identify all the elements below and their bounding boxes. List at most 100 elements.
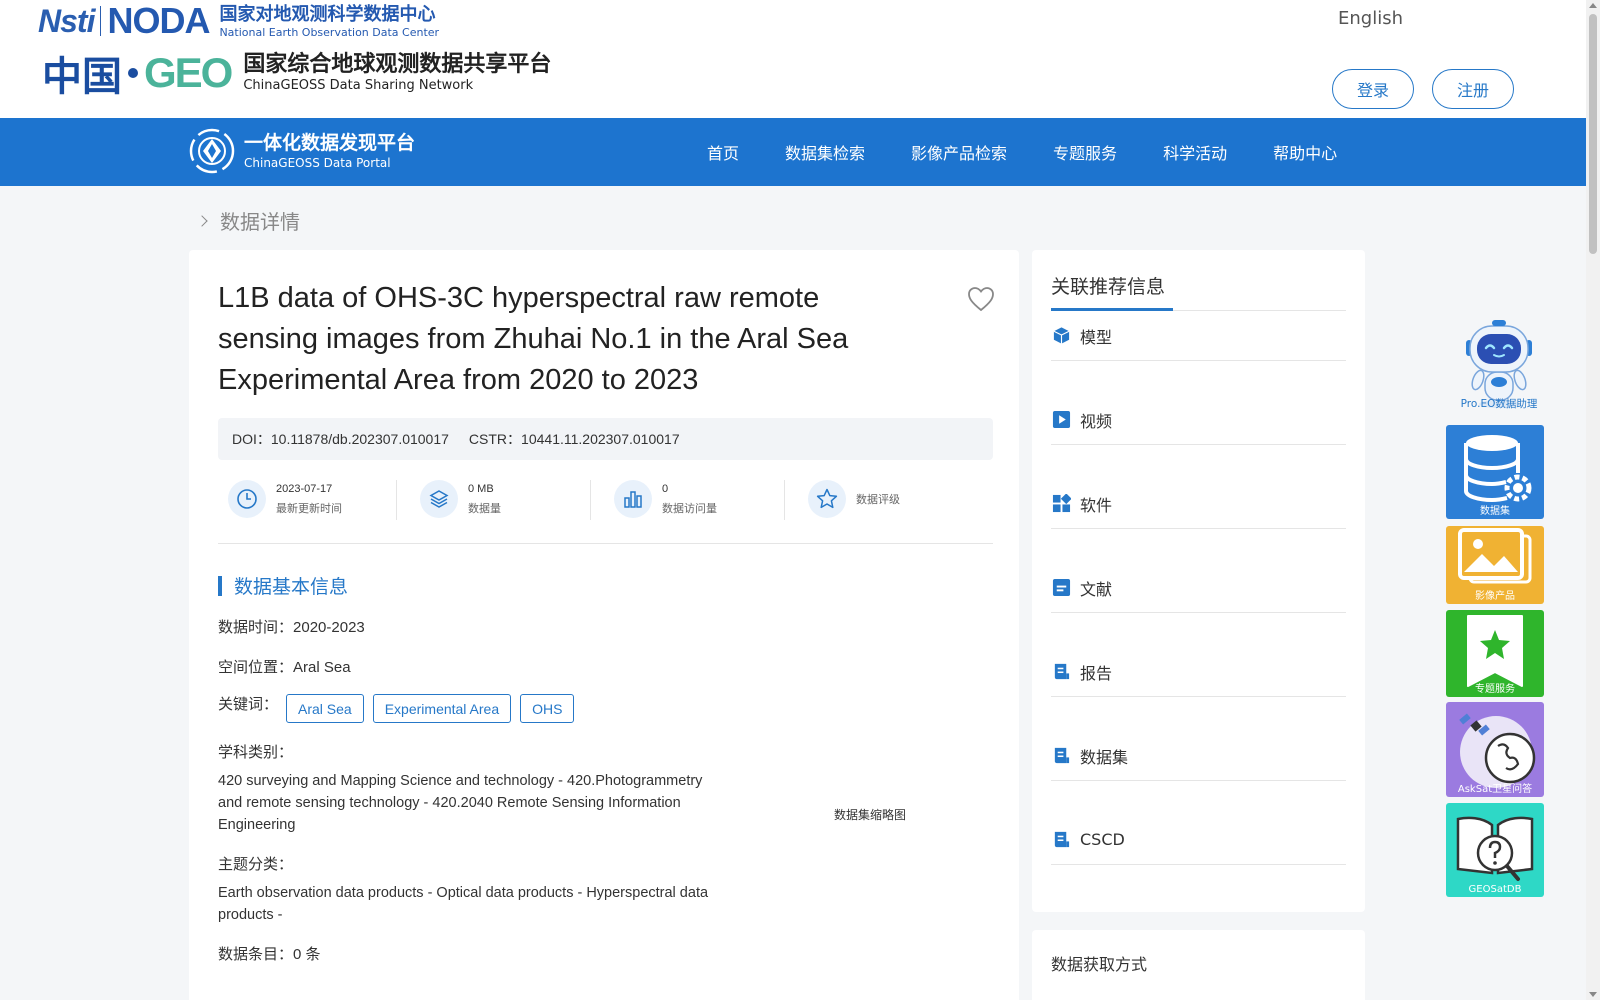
stat-update-time: 2023-07-17 最新更新时间 — [218, 478, 396, 520]
nav-item-topic-service[interactable]: 专题服务 — [1053, 140, 1117, 164]
scroll-down-arrow-icon[interactable] — [1589, 992, 1597, 997]
portal-logo[interactable]: 一体化数据发现平台 ChinaGEOSS Data Portal — [188, 127, 415, 175]
noda-logo[interactable]: Nsti NODA 国家对地观测科学数据中心 National Earth Ob… — [38, 0, 440, 41]
favorite-heart-icon[interactable] — [967, 286, 995, 312]
dataset-detail-card: L1B data of OHS-3C hyperspectral raw rem… — [189, 250, 1019, 1000]
nav-item-image-search[interactable]: 影像产品检索 — [911, 140, 1007, 164]
doi-value[interactable]: 10.11878/db.202307.010017 — [271, 431, 449, 447]
side-item-label: 数据集 — [1080, 747, 1129, 767]
info-discipline-value: 420 surveying and Mapping Science and te… — [218, 773, 703, 833]
nav-menu: 首页 数据集检索 影像产品检索 专题服务 科学活动 帮助中心 — [684, 118, 1360, 186]
stat-value: 0 MB — [468, 483, 494, 495]
geo-logo-text: GEO — [144, 49, 233, 96]
layers-icon — [420, 480, 458, 518]
info-value: 2020-2023 — [293, 619, 365, 636]
chinageo-logo-caption: 国家综合地球观测数据共享平台 ChinaGEOSS Data Sharing N… — [243, 52, 551, 94]
side-item-software[interactable]: 软件 — [1051, 479, 1346, 529]
info-theme-value: Earth observation data products - Optica… — [218, 885, 709, 923]
stat-label: 数据评级 — [856, 492, 900, 506]
star-icon[interactable] — [808, 480, 846, 518]
side-item-label: 文献 — [1080, 579, 1113, 599]
info-label: 关键词： — [218, 695, 279, 713]
side-item-label: 视频 — [1080, 411, 1113, 431]
float-tool-image-products[interactable]: 影像产品 — [1446, 526, 1544, 604]
portal-name-cn: 一体化数据发现平台 — [244, 132, 416, 154]
nav-item-dataset-search[interactable]: 数据集检索 — [785, 140, 865, 164]
stat-label: 最新更新时间 — [276, 502, 342, 515]
cstr-label: CSTR： — [468, 431, 522, 447]
side-item-report[interactable]: 报告 — [1051, 647, 1346, 697]
robot-assistant-label[interactable]: Pro.EO数据助理 — [1444, 396, 1554, 411]
page-scrollbar[interactable] — [1586, 0, 1600, 1000]
stat-visit-count: 0 数据访问量 — [591, 478, 784, 520]
language-switch[interactable]: English — [1338, 8, 1403, 29]
portal-name-en: ChinaGEOSS Data Portal — [244, 156, 391, 170]
dataset-title: L1B data of OHS-3C hyperspectral raw rem… — [218, 282, 849, 396]
info-discipline-label: 学科类别： — [218, 744, 294, 761]
top-header: Nsti NODA 国家对地观测科学数据中心 National Earth Ob… — [0, 0, 1586, 120]
keyword-tag[interactable]: Experimental Area — [372, 694, 512, 723]
portal-globe-icon — [189, 128, 235, 174]
dataset-thumbnail: 数据集缩略图 — [834, 808, 907, 822]
float-tool-label: 数据集 — [1480, 506, 1510, 517]
info-data-time: 数据时间：2020-2023 — [218, 616, 365, 637]
dataset-stats: 2023-07-17 最新更新时间 0 MB 数据量 0 数据访问量 数据评级 — [218, 478, 993, 544]
scroll-thumb[interactable] — [1589, 14, 1597, 254]
play-icon — [1052, 410, 1071, 429]
float-tool-asksat[interactable]: AskSat卫星问答 — [1446, 702, 1544, 797]
noda-name-en: National Earth Observation Data Center — [219, 25, 440, 39]
doi-box: DOI： 10.11878/db.202307.010017 CSTR： 104… — [218, 418, 993, 460]
info-value: Aral Sea — [293, 659, 351, 676]
login-button[interactable]: 登录 — [1332, 69, 1414, 109]
breadcrumb: 数据详情 — [196, 206, 300, 235]
float-tool-label: 专题服务 — [1475, 684, 1515, 695]
logo-separator — [100, 6, 102, 36]
book-question-icon — [1456, 816, 1534, 881]
float-tool-dataset[interactable]: 数据集 — [1446, 425, 1544, 519]
chinageo-logo[interactable]: 中国 GEO 国家综合地球观测数据共享平台 ChinaGEOSS Data Sh… — [42, 46, 551, 100]
nav-item-science-activity[interactable]: 科学活动 — [1163, 140, 1227, 164]
related-recommendations-panel: 关联推荐信息 模型 视频 软件 文献 报告 数据集 CSCD — [1032, 250, 1365, 912]
keyword-tag[interactable]: Aral Sea — [286, 694, 364, 723]
stat-rating: 数据评级 — [785, 478, 985, 520]
float-tool-label: 影像产品 — [1475, 591, 1515, 602]
stat-data-volume: 0 MB 数据量 — [397, 478, 590, 520]
side-item-cscd[interactable]: CSCD — [1051, 815, 1346, 865]
document-icon — [1052, 578, 1071, 597]
float-tool-label: GEOSatDB — [1468, 884, 1522, 895]
stat-value: 2023-07-17 — [276, 483, 333, 495]
section-title-basic-info: 数据基本信息 — [218, 572, 348, 599]
info-location: 空间位置：Aral Sea — [218, 656, 351, 677]
register-button[interactable]: 注册 — [1432, 69, 1514, 109]
apps-icon — [1052, 494, 1071, 513]
side-item-video[interactable]: 视频 — [1051, 395, 1346, 445]
scroll-up-arrow-icon[interactable] — [1589, 3, 1597, 8]
chevron-right-icon — [196, 214, 208, 227]
nav-item-help-center[interactable]: 帮助中心 — [1273, 140, 1337, 164]
side-item-dataset[interactable]: 数据集 — [1051, 731, 1346, 781]
report-icon — [1054, 663, 1070, 680]
float-tool-geosatdb[interactable]: GEOSatDB — [1446, 803, 1544, 897]
side-panel-title: 关联推荐信息 — [1051, 276, 1166, 298]
info-label: 数据条目： — [218, 946, 294, 963]
side-item-label: 软件 — [1080, 495, 1113, 515]
side-item-label: 模型 — [1080, 327, 1113, 347]
chinageo-name-en: ChinaGEOSS Data Sharing Network — [243, 78, 474, 93]
nsti-logo-text: Nsti — [38, 2, 95, 39]
logo-dot — [128, 68, 138, 78]
info-entries: 数据条目：0 条 — [218, 943, 321, 964]
info-theme-label: 主题分类： — [218, 856, 294, 873]
side-item-literature[interactable]: 文献 — [1051, 563, 1346, 613]
keyword-tag[interactable]: OHS — [520, 694, 575, 723]
keywords-row: 关键词： Aral Sea Experimental Area OHS — [218, 694, 583, 723]
nav-item-home[interactable]: 首页 — [707, 140, 739, 164]
stat-label: 数据访问量 — [662, 502, 717, 515]
main-navbar: 一体化数据发现平台 ChinaGEOSS Data Portal 首页 数据集检… — [0, 118, 1586, 186]
float-tool-topic-service[interactable]: 专题服务 — [1446, 610, 1544, 697]
dataset-icon — [1054, 747, 1070, 764]
cscd-icon — [1054, 831, 1070, 848]
section-bar — [218, 575, 222, 596]
cstr-value[interactable]: 10441.11.202307.010017 — [521, 431, 680, 447]
bar-chart-icon — [614, 480, 652, 518]
side-item-model[interactable]: 模型 — [1051, 311, 1346, 361]
